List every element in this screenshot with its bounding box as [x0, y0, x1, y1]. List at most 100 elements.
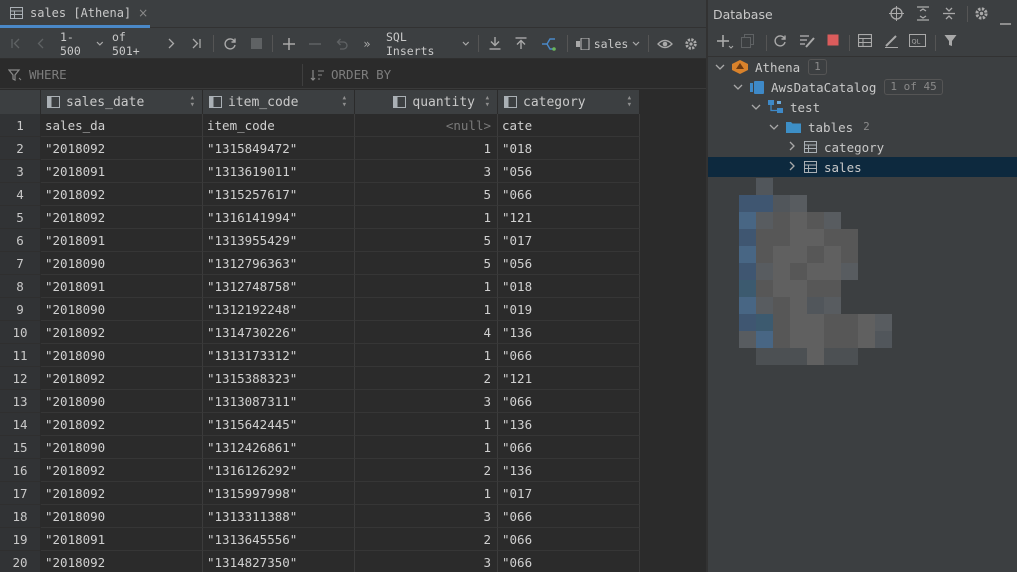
table-row[interactable]: 14 "2018092 "1315642445" 1 "136: [0, 413, 640, 436]
row-number[interactable]: 20: [0, 551, 41, 572]
stop-icon[interactable]: [827, 34, 839, 49]
row-number[interactable]: 10: [0, 321, 41, 344]
copy-icon[interactable]: [741, 34, 754, 51]
cell-quantity[interactable]: 1: [355, 344, 498, 367]
cell-category[interactable]: cate: [498, 114, 640, 137]
cell-sales-date[interactable]: "2018090: [41, 505, 203, 528]
cell-category[interactable]: "066: [498, 551, 640, 572]
cell-sales-date[interactable]: "2018092: [41, 367, 203, 390]
cell-quantity[interactable]: 1: [355, 482, 498, 505]
row-number[interactable]: 8: [0, 275, 41, 298]
stop-icon[interactable]: [248, 28, 264, 59]
cell-quantity[interactable]: 2: [355, 459, 498, 482]
cell-sales-date[interactable]: "2018092: [41, 413, 203, 436]
tab-sales-athena[interactable]: sales [Athena] ×: [0, 0, 150, 28]
table-row[interactable]: 13 "2018090 "1313087311" 3 "066: [0, 390, 640, 413]
table-row[interactable]: 16 "2018092 "1316126292" 2 "136: [0, 459, 640, 482]
tree-item-sales[interactable]: sales: [708, 157, 1017, 177]
cell-item-code[interactable]: "1313645556": [203, 528, 355, 551]
cell-category[interactable]: "066: [498, 183, 640, 206]
cell-quantity[interactable]: <null>: [355, 114, 498, 137]
row-number[interactable]: 14: [0, 413, 41, 436]
table-row[interactable]: 1 sales_da item_code <null> cate: [0, 114, 640, 137]
add-row-icon[interactable]: [281, 28, 297, 59]
upload-icon[interactable]: [513, 28, 529, 59]
column-header-quantity[interactable]: quantity ▴ ▾: [355, 90, 498, 114]
row-number[interactable]: 16: [0, 459, 41, 482]
row-number[interactable]: 13: [0, 390, 41, 413]
cell-sales-date[interactable]: "2018090: [41, 390, 203, 413]
order-by-input[interactable]: ORDER BY: [310, 60, 700, 89]
cell-item-code[interactable]: item_code: [203, 114, 355, 137]
last-page-icon[interactable]: [189, 28, 203, 59]
row-number[interactable]: 11: [0, 344, 41, 367]
cell-sales-date[interactable]: "2018090: [41, 252, 203, 275]
cell-item-code[interactable]: "1314730226": [203, 321, 355, 344]
chevron-down-icon[interactable]: [750, 102, 762, 113]
cell-category[interactable]: "017: [498, 229, 640, 252]
column-header-item-code[interactable]: item_code ▴ ▾: [203, 90, 355, 114]
cell-sales-date[interactable]: "2018092: [41, 183, 203, 206]
table-row[interactable]: 4 "2018092 "1315257617" 5 "066: [0, 183, 640, 206]
cell-item-code[interactable]: "1315997998": [203, 482, 355, 505]
chevron-right-icon[interactable]: [786, 141, 798, 154]
cell-quantity[interactable]: 1: [355, 436, 498, 459]
cell-sales-date[interactable]: "2018090: [41, 298, 203, 321]
row-number[interactable]: 5: [0, 206, 41, 229]
add-icon[interactable]: [716, 34, 734, 53]
cell-category[interactable]: "018: [498, 275, 640, 298]
cell-category[interactable]: "121: [498, 367, 640, 390]
cell-category[interactable]: "121: [498, 206, 640, 229]
cell-sales-date[interactable]: "2018091: [41, 528, 203, 551]
column-header-sales-date[interactable]: sales_date ▴ ▾: [41, 90, 203, 114]
table-row[interactable]: 6 "2018091 "1313955429" 5 "017: [0, 229, 640, 252]
page-range-dropdown[interactable]: 1-500: [60, 28, 104, 59]
tree-item-athena[interactable]: Athena 1: [708, 57, 1017, 77]
cell-sales-date[interactable]: "2018092: [41, 482, 203, 505]
cell-quantity[interactable]: 1: [355, 275, 498, 298]
cell-item-code[interactable]: "1315388323": [203, 367, 355, 390]
gear-icon[interactable]: [682, 28, 700, 59]
cell-quantity[interactable]: 4: [355, 321, 498, 344]
settings-gear-icon[interactable]: [974, 6, 989, 24]
where-filter-input[interactable]: WHERE: [8, 60, 298, 89]
expand-all-icon[interactable]: [916, 6, 930, 24]
refresh-icon[interactable]: [221, 28, 239, 59]
cell-quantity[interactable]: 1: [355, 298, 498, 321]
schema-dropdown[interactable]: sales: [575, 28, 641, 59]
cell-category[interactable]: "066: [498, 390, 640, 413]
table-row[interactable]: 7 "2018090 "1312796363" 5 "056: [0, 252, 640, 275]
row-number[interactable]: 4: [0, 183, 41, 206]
row-number[interactable]: 19: [0, 528, 41, 551]
previous-page-icon[interactable]: [34, 28, 48, 59]
cell-quantity[interactable]: 5: [355, 252, 498, 275]
table-row[interactable]: 9 "2018090 "1312192248" 1 "019: [0, 298, 640, 321]
cell-category[interactable]: "066: [498, 436, 640, 459]
cell-sales-date[interactable]: "2018092: [41, 459, 203, 482]
tree-item-test[interactable]: test: [708, 97, 1017, 117]
cell-quantity[interactable]: 3: [355, 160, 498, 183]
cell-item-code[interactable]: "1315849472": [203, 137, 355, 160]
cell-category[interactable]: "018: [498, 137, 640, 160]
chevron-down-icon[interactable]: [768, 122, 780, 133]
filter-icon[interactable]: [944, 34, 957, 50]
edit-icon[interactable]: [884, 34, 899, 51]
cell-sales-date[interactable]: "2018092: [41, 206, 203, 229]
cell-category[interactable]: "066: [498, 344, 640, 367]
export-format-dropdown[interactable]: SQL Inserts: [386, 28, 470, 59]
next-page-icon[interactable]: [164, 28, 178, 59]
cell-quantity[interactable]: 3: [355, 390, 498, 413]
revert-icon[interactable]: [333, 28, 349, 59]
row-number[interactable]: 9: [0, 298, 41, 321]
cell-category[interactable]: "056: [498, 160, 640, 183]
close-icon[interactable]: ×: [138, 6, 148, 20]
cell-category[interactable]: "019: [498, 298, 640, 321]
row-number[interactable]: 15: [0, 436, 41, 459]
cell-quantity[interactable]: 2: [355, 528, 498, 551]
table-row[interactable]: 20 "2018092 "1314827350" 3 "066: [0, 551, 640, 572]
refresh-icon[interactable]: [773, 34, 787, 51]
row-number[interactable]: 7: [0, 252, 41, 275]
cell-quantity[interactable]: 1: [355, 137, 498, 160]
cell-sales-date[interactable]: "2018090: [41, 436, 203, 459]
row-number[interactable]: 3: [0, 160, 41, 183]
